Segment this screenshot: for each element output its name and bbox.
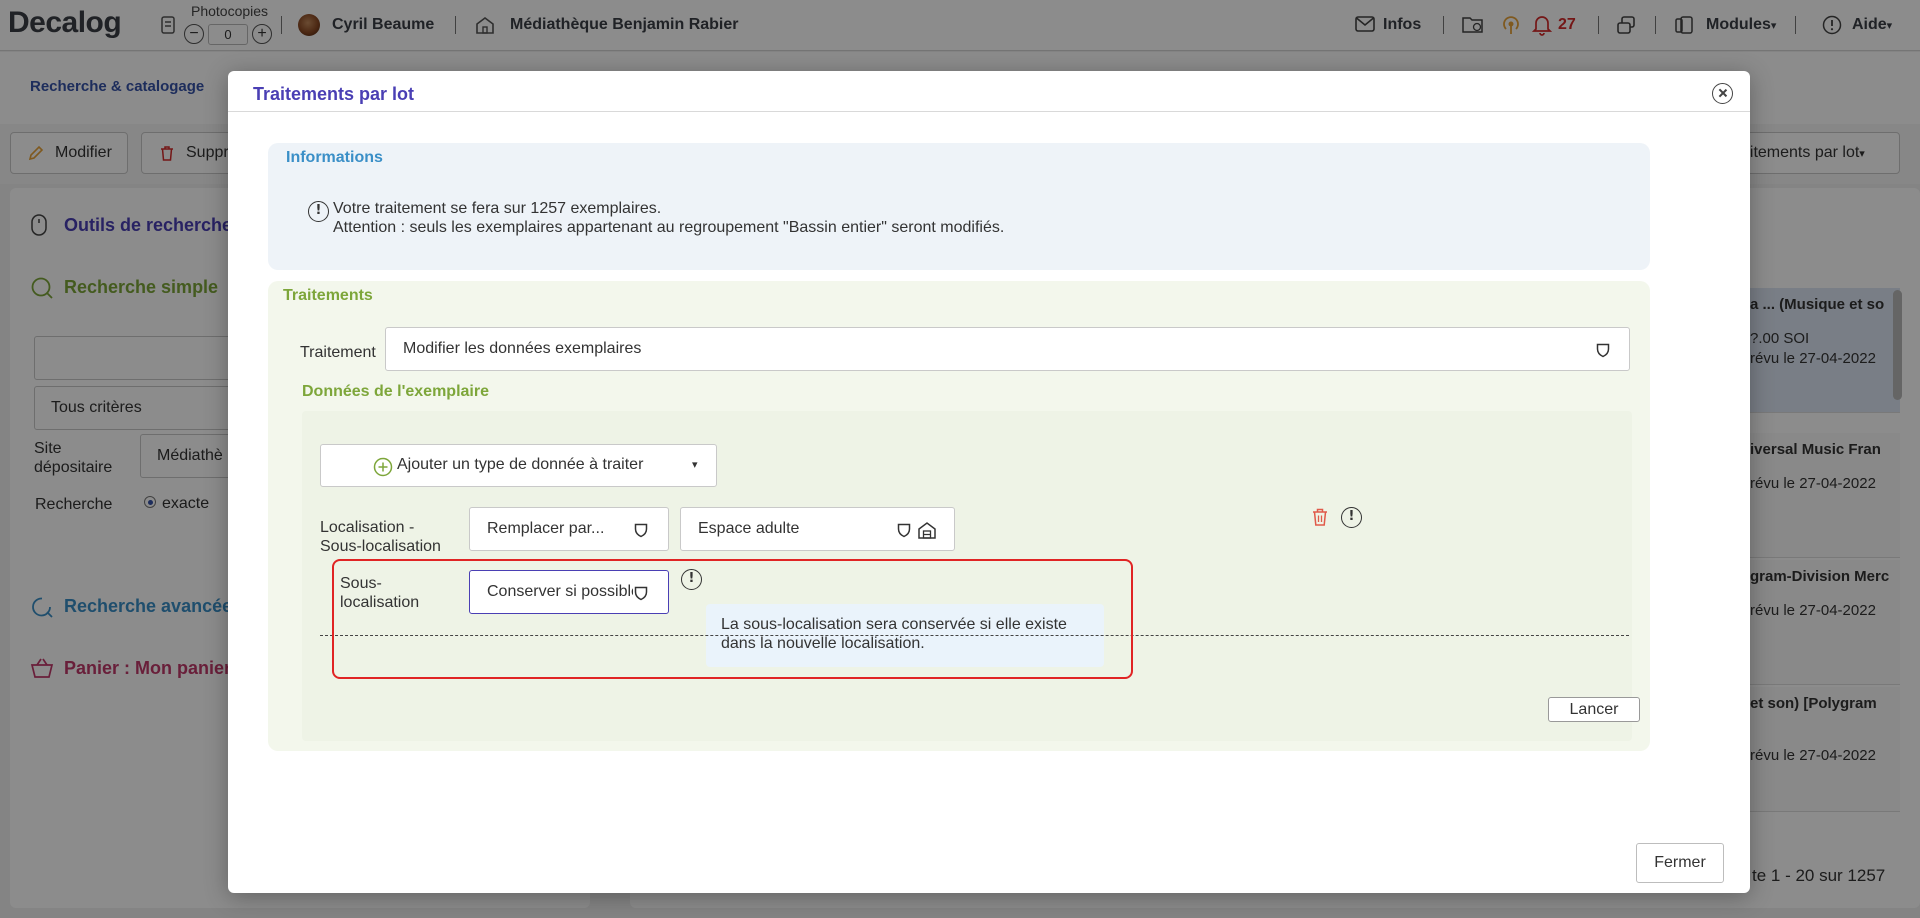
traitement-value: Modifier les données exemplaires xyxy=(403,340,642,357)
traitements-title: Traitements xyxy=(283,287,373,304)
add-data-type-button[interactable]: Ajouter un type de donnée à traiter ▾ xyxy=(320,444,717,487)
localisation-value-select[interactable]: Espace adulte xyxy=(680,507,955,551)
divider xyxy=(228,111,1750,112)
lancer-button[interactable]: Lancer xyxy=(1548,697,1640,722)
modal-title: Traitements par lot xyxy=(253,84,415,104)
fermer-button[interactable]: Fermer xyxy=(1636,843,1724,883)
add-data-type-label: Ajouter un type de donnée à traiter xyxy=(397,456,644,473)
trash-icon[interactable] xyxy=(1311,507,1329,527)
chevron-down-icon xyxy=(1596,342,1610,358)
localisation-action-select[interactable]: Remplacer par... xyxy=(469,507,669,551)
info-icon: ! xyxy=(308,201,329,222)
info-line-1: Votre traitement se fera sur 1257 exempl… xyxy=(333,200,662,217)
traitements-modal: Traitements par lot Informations ! Votre… xyxy=(228,71,1750,893)
highlight-frame xyxy=(332,559,1133,679)
localisation-value: Espace adulte xyxy=(698,520,800,537)
info-icon[interactable]: ! xyxy=(1341,507,1362,528)
caret-down-icon: ▾ xyxy=(692,459,698,471)
info-line-2: Attention : seuls les exemplaires appart… xyxy=(333,219,1005,236)
close-icon[interactable] xyxy=(1712,83,1733,104)
localisation-label: Localisation - Sous-localisation xyxy=(320,519,441,555)
donnees-title: Données de l'exemplaire xyxy=(302,383,489,400)
plus-circle-icon xyxy=(373,457,393,477)
chevron-down-icon xyxy=(634,522,648,538)
traitement-label: Traitement xyxy=(300,344,376,361)
localisation-action-value: Remplacer par... xyxy=(487,520,605,537)
traitement-select[interactable]: Modifier les données exemplaires xyxy=(385,327,1630,371)
chevron-down-icon xyxy=(897,522,911,538)
building-icon xyxy=(917,520,937,540)
informations-title: Informations xyxy=(286,149,383,166)
